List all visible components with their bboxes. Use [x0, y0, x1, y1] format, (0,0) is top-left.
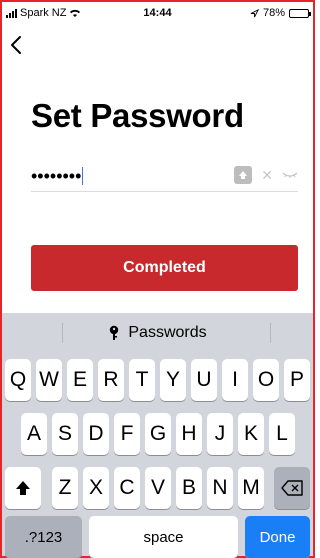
keyboard-row-2: ASDFGHJKL [2, 413, 313, 455]
text-caret [82, 167, 84, 185]
key-e[interactable]: E [67, 359, 93, 401]
key-d[interactable]: D [83, 413, 109, 455]
keyboard-row-1: QWERTYUIOP [2, 359, 313, 401]
done-key[interactable]: Done [245, 516, 310, 558]
key-n[interactable]: N [207, 467, 233, 509]
backspace-key[interactable] [274, 467, 310, 509]
space-key[interactable]: space [89, 516, 238, 558]
key-y[interactable]: Y [160, 359, 186, 401]
key-w[interactable]: W [36, 359, 62, 401]
key-m[interactable]: M [238, 467, 264, 509]
keyboard-row-3: ZXCVBNM [2, 467, 313, 509]
key-f[interactable]: F [114, 413, 140, 455]
password-input-value[interactable]: •••••••• [31, 166, 84, 186]
key-p[interactable]: P [284, 359, 310, 401]
key-j[interactable]: J [207, 413, 233, 455]
key-x[interactable]: X [83, 467, 109, 509]
eye-closed-icon[interactable] [282, 170, 298, 180]
key-r[interactable]: R [98, 359, 124, 401]
key-q[interactable]: Q [5, 359, 31, 401]
password-field-icons: ✕ [234, 166, 298, 184]
chevron-left-icon [11, 36, 21, 54]
clear-icon[interactable]: ✕ [261, 166, 273, 184]
key-l[interactable]: L [269, 413, 295, 455]
password-field[interactable]: •••••••• ✕ [31, 160, 298, 192]
shift-icon [16, 481, 30, 495]
numbers-key[interactable]: .?123 [5, 516, 82, 558]
passwords-suggestion[interactable]: Passwords [108, 324, 207, 342]
key-g[interactable]: G [145, 413, 171, 455]
key-h[interactable]: H [176, 413, 202, 455]
key-o[interactable]: O [253, 359, 279, 401]
keyboard-row-4: .?123 space Done [2, 516, 313, 558]
back-button[interactable] [9, 34, 31, 56]
completed-button[interactable]: Completed [31, 245, 298, 291]
keyboard: Passwords QWERTYUIOP ASDFGHJKL ZXCVBNM .… [2, 313, 313, 558]
status-time: 14:44 [143, 7, 172, 19]
status-bar: Spark NZ 14:44 78% [6, 6, 311, 20]
suggestion-separator [270, 323, 271, 343]
key-z[interactable]: Z [52, 467, 78, 509]
key-s[interactable]: S [52, 413, 78, 455]
password-dots: •••••••• [31, 166, 82, 186]
key-a[interactable]: A [21, 413, 47, 455]
suggestion-separator [62, 323, 63, 343]
key-b[interactable]: B [176, 467, 202, 509]
passwords-label: Passwords [128, 324, 207, 341]
key-c[interactable]: C [114, 467, 140, 509]
key-k[interactable]: K [238, 413, 264, 455]
key-t[interactable]: T [129, 359, 155, 401]
backspace-icon [281, 480, 303, 496]
key-v[interactable]: V [145, 467, 171, 509]
keychain-icon[interactable] [234, 166, 253, 184]
key-icon [110, 325, 119, 340]
key-u[interactable]: U [191, 359, 217, 401]
page-title: Set Password [31, 97, 244, 134]
shift-key[interactable] [5, 467, 41, 509]
battery-icon [289, 8, 311, 18]
suggestion-bar: Passwords [2, 313, 313, 353]
key-i[interactable]: I [222, 359, 248, 401]
